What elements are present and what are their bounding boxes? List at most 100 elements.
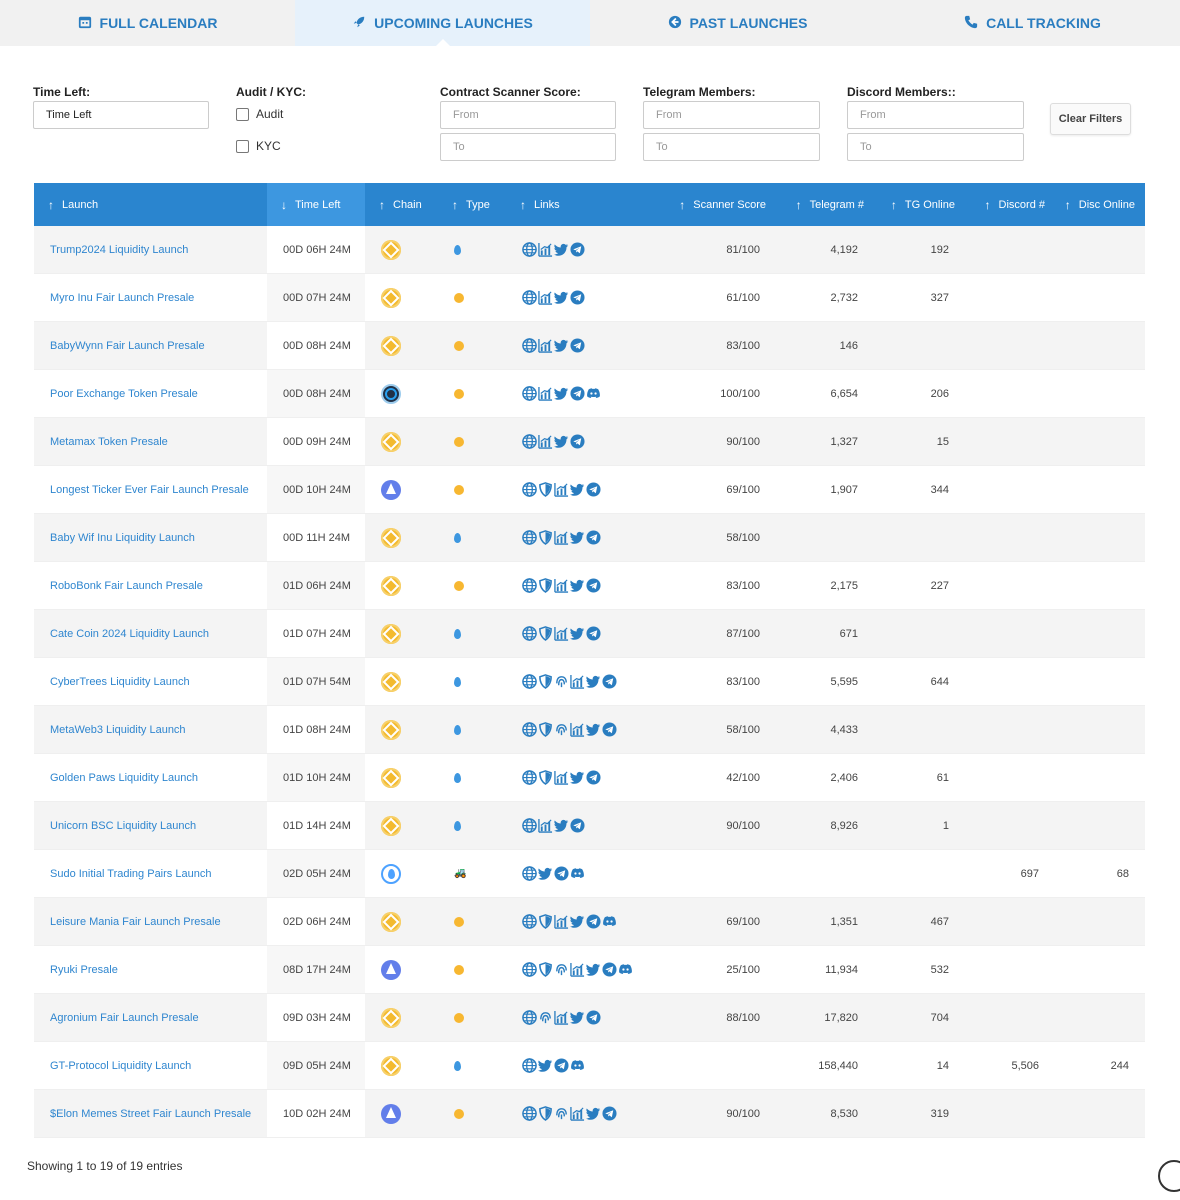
twitter-link-icon[interactable] bbox=[554, 338, 569, 353]
tab-call-tracking[interactable]: CALL TRACKING bbox=[885, 0, 1180, 46]
chart-link-icon[interactable] bbox=[538, 338, 553, 353]
time-left-select[interactable]: Time Left bbox=[33, 101, 209, 129]
chart-link-icon[interactable] bbox=[554, 626, 569, 641]
discord-from-input[interactable]: From bbox=[847, 101, 1024, 129]
telegram-link-icon[interactable] bbox=[586, 770, 601, 785]
telegram-link-icon[interactable] bbox=[554, 866, 569, 881]
chart-link-icon[interactable] bbox=[538, 386, 553, 401]
checkbox-box[interactable] bbox=[236, 139, 249, 153]
twitter-link-icon[interactable] bbox=[586, 722, 601, 737]
telegram-link-icon[interactable] bbox=[586, 530, 601, 545]
web-link-icon[interactable] bbox=[522, 914, 537, 929]
chart-link-icon[interactable] bbox=[554, 914, 569, 929]
shield-link-icon[interactable] bbox=[538, 962, 553, 977]
launch-name-link[interactable]: RoboBonk Fair Launch Presale bbox=[34, 562, 267, 609]
web-link-icon[interactable] bbox=[522, 1010, 537, 1025]
discord-link-icon[interactable] bbox=[570, 1058, 585, 1073]
telegram-to-input[interactable]: To bbox=[643, 133, 820, 161]
twitter-link-icon[interactable] bbox=[538, 866, 553, 881]
launch-name-link[interactable]: Trump2024 Liquidity Launch bbox=[34, 226, 267, 273]
telegram-link-icon[interactable] bbox=[570, 290, 585, 305]
chart-link-icon[interactable] bbox=[538, 818, 553, 833]
tab-upcoming-launches[interactable]: UPCOMING LAUNCHES bbox=[295, 0, 590, 47]
launch-name-link[interactable]: GT-Protocol Liquidity Launch bbox=[34, 1042, 267, 1089]
shield-link-icon[interactable] bbox=[538, 1106, 553, 1121]
twitter-link-icon[interactable] bbox=[570, 578, 585, 593]
launch-name-link[interactable]: BabyWynn Fair Launch Presale bbox=[34, 322, 267, 369]
web-link-icon[interactable] bbox=[522, 818, 537, 833]
column-header-disc-online[interactable]: ↑ Disc Online bbox=[1055, 183, 1145, 226]
launch-name-link[interactable]: Sudo Initial Trading Pairs Launch bbox=[34, 850, 267, 897]
fingerprint-link-icon[interactable] bbox=[554, 674, 569, 689]
chart-link-icon[interactable] bbox=[538, 290, 553, 305]
shield-link-icon[interactable] bbox=[538, 626, 553, 641]
tab-full-calendar[interactable]: FULL CALENDAR bbox=[0, 0, 295, 46]
telegram-link-icon[interactable] bbox=[586, 1010, 601, 1025]
chart-link-icon[interactable] bbox=[554, 578, 569, 593]
chart-link-icon[interactable] bbox=[554, 770, 569, 785]
scanner-from-input[interactable]: From bbox=[440, 101, 616, 129]
web-link-icon[interactable] bbox=[522, 290, 537, 305]
launch-name-link[interactable]: Cate Coin 2024 Liquidity Launch bbox=[34, 610, 267, 657]
launch-name-link[interactable]: Poor Exchange Token Presale bbox=[34, 370, 267, 417]
shield-link-icon[interactable] bbox=[538, 770, 553, 785]
column-header-time-left[interactable]: ↓ Time Left bbox=[267, 183, 365, 226]
launch-name-link[interactable]: Baby Wif Inu Liquidity Launch bbox=[34, 514, 267, 561]
web-link-icon[interactable] bbox=[522, 338, 537, 353]
column-header-launch[interactable]: ↑ Launch bbox=[34, 183, 267, 226]
web-link-icon[interactable] bbox=[522, 866, 537, 881]
chart-link-icon[interactable] bbox=[570, 722, 585, 737]
chart-link-icon[interactable] bbox=[538, 434, 553, 449]
twitter-link-icon[interactable] bbox=[570, 770, 585, 785]
twitter-link-icon[interactable] bbox=[586, 962, 601, 977]
column-header-links[interactable]: ↑ Links bbox=[506, 183, 646, 226]
telegram-link-icon[interactable] bbox=[570, 338, 585, 353]
scanner-to-input[interactable]: To bbox=[440, 133, 616, 161]
twitter-link-icon[interactable] bbox=[554, 290, 569, 305]
telegram-link-icon[interactable] bbox=[586, 578, 601, 593]
telegram-link-icon[interactable] bbox=[586, 482, 601, 497]
column-header-scanner-score[interactable]: ↑ Scanner Score bbox=[646, 183, 776, 226]
discord-link-icon[interactable] bbox=[586, 386, 601, 401]
twitter-link-icon[interactable] bbox=[586, 1106, 601, 1121]
shield-link-icon[interactable] bbox=[538, 914, 553, 929]
telegram-link-icon[interactable] bbox=[570, 386, 585, 401]
checkbox-box[interactable] bbox=[236, 107, 249, 121]
twitter-link-icon[interactable] bbox=[554, 434, 569, 449]
launch-name-link[interactable]: Longest Ticker Ever Fair Launch Presale bbox=[34, 466, 267, 513]
launch-name-link[interactable]: CyberTrees Liquidity Launch bbox=[34, 658, 267, 705]
fingerprint-link-icon[interactable] bbox=[538, 1010, 553, 1025]
web-link-icon[interactable] bbox=[522, 434, 537, 449]
twitter-link-icon[interactable] bbox=[570, 482, 585, 497]
web-link-icon[interactable] bbox=[522, 722, 537, 737]
web-link-icon[interactable] bbox=[522, 1058, 537, 1073]
shield-link-icon[interactable] bbox=[538, 482, 553, 497]
column-header-discord[interactable]: ↑ Discord # bbox=[965, 183, 1055, 226]
web-link-icon[interactable] bbox=[522, 482, 537, 497]
telegram-link-icon[interactable] bbox=[602, 674, 617, 689]
fingerprint-link-icon[interactable] bbox=[554, 962, 569, 977]
twitter-link-icon[interactable] bbox=[554, 386, 569, 401]
launch-name-link[interactable]: Unicorn BSC Liquidity Launch bbox=[34, 802, 267, 849]
shield-link-icon[interactable] bbox=[538, 722, 553, 737]
chart-link-icon[interactable] bbox=[554, 1010, 569, 1025]
column-header-type[interactable]: ↑ Type bbox=[438, 183, 506, 226]
audit-checkbox[interactable]: Audit bbox=[236, 107, 283, 121]
discord-link-icon[interactable] bbox=[570, 866, 585, 881]
telegram-link-icon[interactable] bbox=[554, 1058, 569, 1073]
twitter-link-icon[interactable] bbox=[570, 1010, 585, 1025]
web-link-icon[interactable] bbox=[522, 770, 537, 785]
chart-link-icon[interactable] bbox=[554, 482, 569, 497]
chart-link-icon[interactable] bbox=[538, 242, 553, 257]
telegram-from-input[interactable]: From bbox=[643, 101, 820, 129]
launch-name-link[interactable]: Ryuki Presale bbox=[34, 946, 267, 993]
discord-to-input[interactable]: To bbox=[847, 133, 1024, 161]
launch-name-link[interactable]: Golden Paws Liquidity Launch bbox=[34, 754, 267, 801]
launch-name-link[interactable]: Myro Inu Fair Launch Presale bbox=[34, 274, 267, 321]
web-link-icon[interactable] bbox=[522, 962, 537, 977]
telegram-link-icon[interactable] bbox=[570, 434, 585, 449]
launch-name-link[interactable]: Leisure Mania Fair Launch Presale bbox=[34, 898, 267, 945]
fingerprint-link-icon[interactable] bbox=[554, 1106, 569, 1121]
discord-link-icon[interactable] bbox=[618, 962, 633, 977]
twitter-link-icon[interactable] bbox=[570, 626, 585, 641]
